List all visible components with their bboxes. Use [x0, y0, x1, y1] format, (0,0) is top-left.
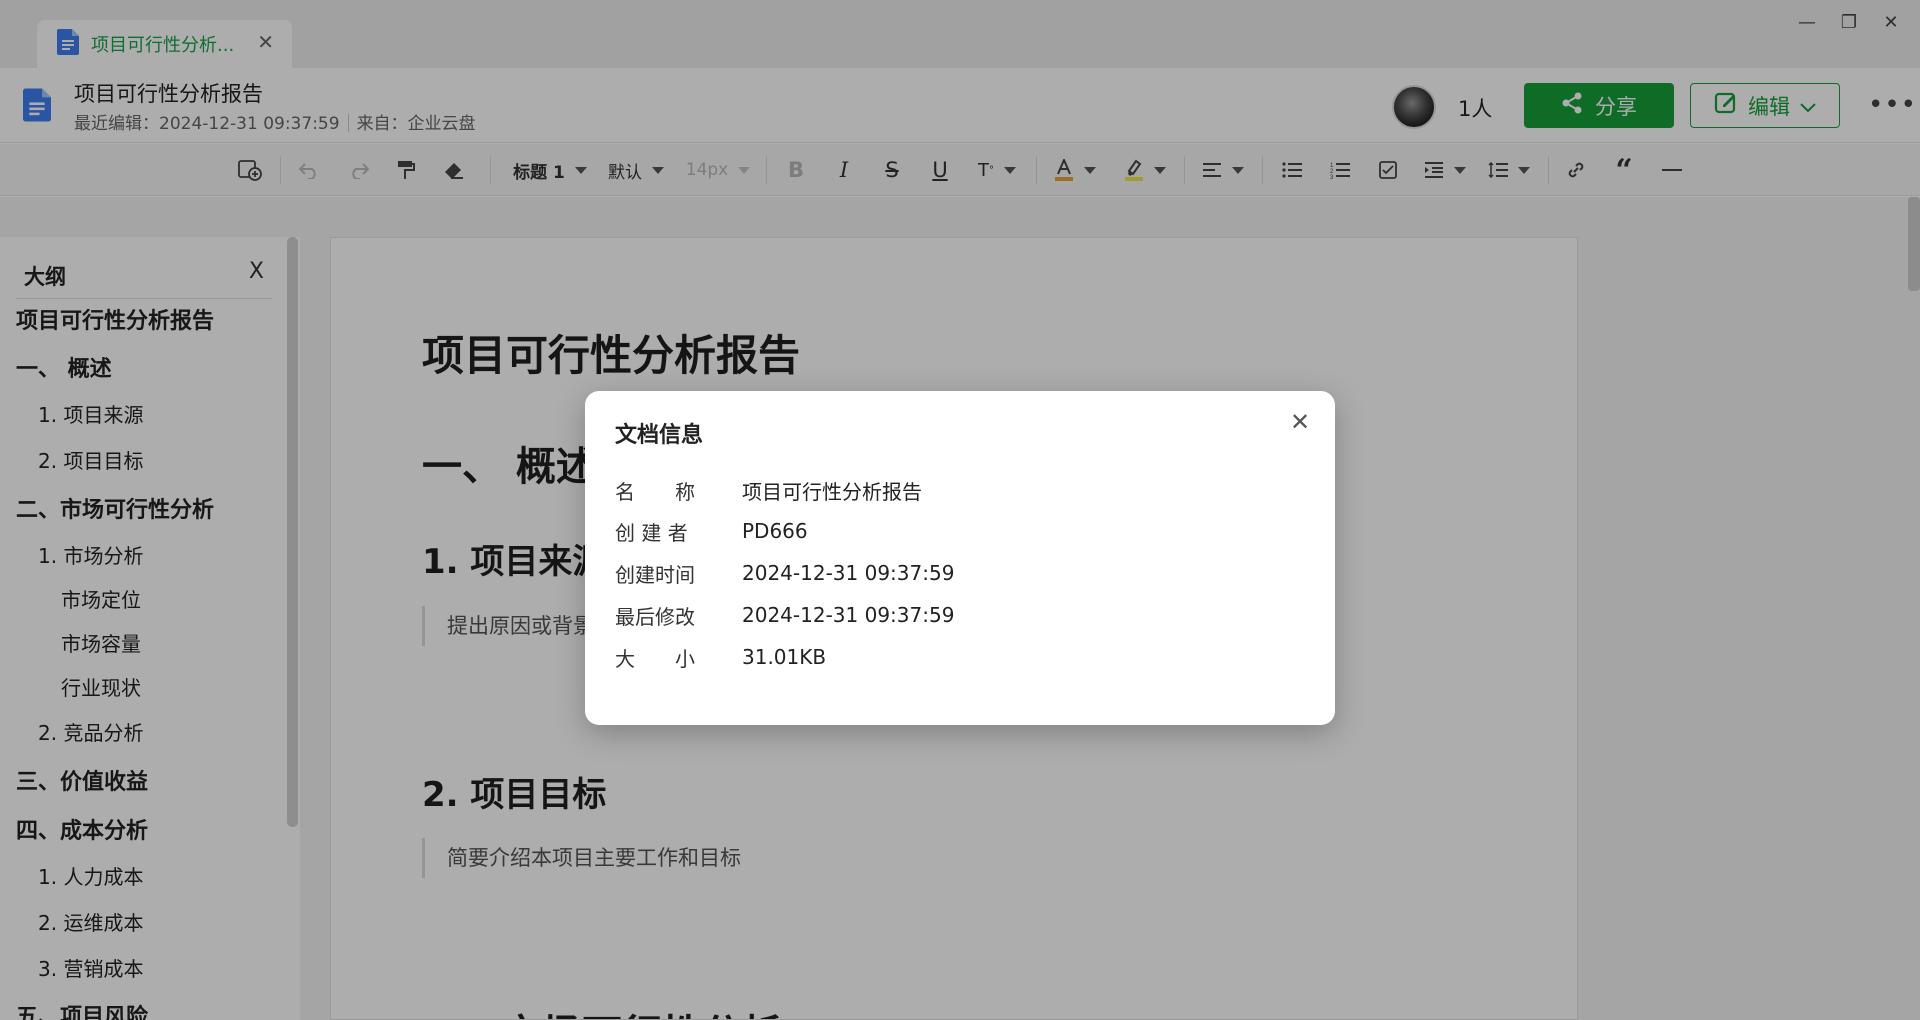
info-label: 创建时间 — [615, 562, 695, 587]
info-value: 项目可行性分析报告 — [742, 479, 922, 504]
info-row-size: 大 小 31.01KB — [615, 642, 826, 672]
document-info-dialog: 文档信息 ✕ 名 称 项目可行性分析报告 创 建 者 PD666 创建时间 20… — [585, 391, 1335, 725]
info-row-name: 名 称 项目可行性分析报告 — [615, 475, 922, 505]
info-label: 名 称 — [615, 479, 695, 504]
close-icon[interactable]: ✕ — [1285, 407, 1315, 437]
info-label: 最后修改 — [615, 604, 695, 629]
info-value: 2024-12-31 09:37:59 — [742, 561, 955, 585]
info-value: 31.01KB — [742, 645, 827, 669]
info-row-modified: 最后修改 2024-12-31 09:37:59 — [615, 600, 954, 630]
info-row-created: 创建时间 2024-12-31 09:37:59 — [615, 558, 954, 588]
info-label: 大 小 — [615, 646, 695, 671]
dialog-title: 文档信息 — [615, 423, 704, 448]
info-label: 创 建 者 — [615, 520, 688, 545]
info-row-creator: 创 建 者 PD666 — [615, 516, 808, 546]
info-value: 2024-12-31 09:37:59 — [742, 603, 955, 627]
info-value: PD666 — [742, 519, 808, 543]
